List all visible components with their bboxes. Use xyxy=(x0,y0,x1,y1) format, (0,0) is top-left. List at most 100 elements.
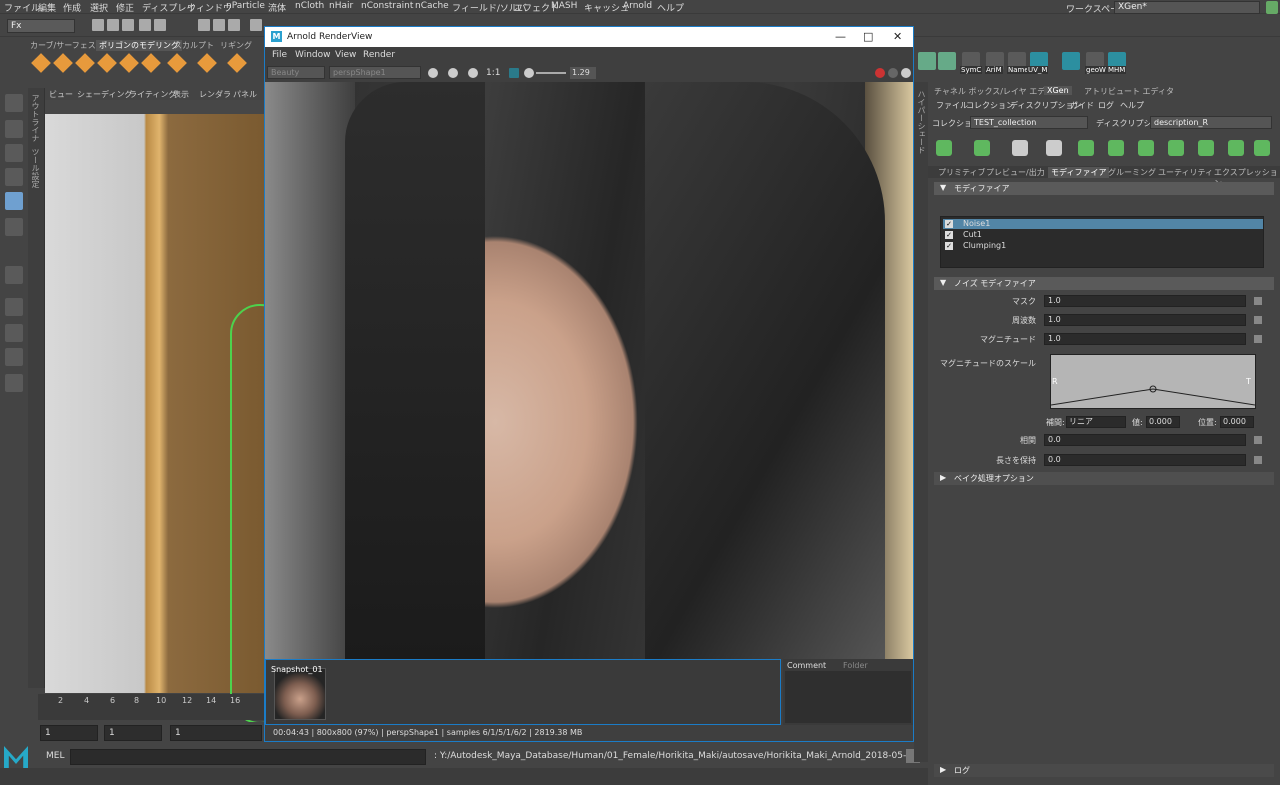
attr-mask-input[interactable]: 1.0 xyxy=(1044,295,1246,307)
workspace-select[interactable]: XGen* xyxy=(1114,1,1260,14)
list-item[interactable]: ✓ Noise1 xyxy=(943,219,1263,229)
aov-select[interactable]: Beauty xyxy=(267,66,325,79)
save-scene-icon[interactable] xyxy=(122,19,134,31)
tool-settings-side-label[interactable]: ツール設定 xyxy=(30,148,41,188)
menu-fluid[interactable]: 流体 xyxy=(268,1,286,14)
poly-cylinder-icon[interactable] xyxy=(75,53,95,73)
attr-preserve-length-input[interactable]: 0.0 xyxy=(1044,454,1246,466)
poly-sphere-icon[interactable] xyxy=(31,53,51,73)
tab-preview-output[interactable]: プレビュー/出力 xyxy=(986,167,1045,178)
scale-tool-icon[interactable] xyxy=(5,218,23,236)
xgen-menu-collection[interactable]: コレクション xyxy=(966,100,1014,111)
poly-platonic-icon[interactable] xyxy=(197,53,217,73)
menu-ncache[interactable]: nCache xyxy=(415,1,449,11)
time-slider[interactable]: 2 4 6 8 10 12 14 16 xyxy=(38,694,266,720)
modifier-checkbox[interactable]: ✓ xyxy=(945,220,953,228)
select-object-icon[interactable] xyxy=(213,19,225,31)
menu-set-select[interactable]: Fx xyxy=(7,19,75,33)
select-component-icon[interactable] xyxy=(228,19,240,31)
tab-attribute-editor[interactable]: アトリビュート エディタ xyxy=(1084,86,1174,97)
create-description-icon[interactable] xyxy=(936,140,952,156)
tab-folder[interactable]: Folder xyxy=(843,661,868,670)
menu-help[interactable]: ヘルプ xyxy=(657,1,684,14)
shelf-tab-curves[interactable]: カーブ/サーフェス xyxy=(30,40,96,51)
attr-magnitude-input[interactable]: 1.0 xyxy=(1044,333,1246,345)
anim-start-input[interactable]: 1 xyxy=(170,725,262,741)
persp-viewport[interactable]: ビュー シェーディング ライティング 表示 レンダラ パネル xyxy=(45,88,290,724)
single-view-icon[interactable] xyxy=(5,298,23,316)
refresh-render-icon[interactable] xyxy=(888,68,898,78)
menu-modify[interactable]: 修正 xyxy=(116,1,134,14)
lock-guide-icon[interactable] xyxy=(1138,140,1154,156)
color-mgmt-icon[interactable] xyxy=(448,68,458,78)
menu-nparticle[interactable]: nParticle xyxy=(226,1,265,11)
new-scene-icon[interactable] xyxy=(92,19,104,31)
poly-torus-icon[interactable] xyxy=(119,53,139,73)
expression-editor-icon[interactable] xyxy=(1254,436,1262,444)
vp-menu-lighting[interactable]: ライティング xyxy=(129,89,176,100)
settings-gear-icon[interactable] xyxy=(901,68,911,78)
grass-icon[interactable] xyxy=(1168,140,1184,156)
current-frame-input[interactable]: 1 xyxy=(104,725,162,741)
region-icon[interactable] xyxy=(509,68,519,78)
rv-menu-window[interactable]: Window xyxy=(295,50,331,60)
bake-section-header[interactable]: ▶ ベイク処理オプション xyxy=(934,472,1274,485)
menu-mash[interactable]: MASH xyxy=(551,1,577,11)
expression-editor-icon[interactable] xyxy=(1254,456,1262,464)
rotate-tool-icon[interactable] xyxy=(5,192,23,210)
vp-menu-show[interactable]: 表示 xyxy=(173,89,189,100)
exposure-slider[interactable] xyxy=(536,72,566,74)
outliner-side-label[interactable]: アウトライナ xyxy=(30,94,41,142)
tab-modifiers[interactable]: モディファイア xyxy=(1048,167,1110,178)
modifier-section-header[interactable]: ▼ モディファイア xyxy=(934,182,1274,195)
menu-arnold[interactable]: Arnold xyxy=(623,1,652,11)
log-section-header[interactable]: ▶ ログ xyxy=(934,764,1274,777)
poly-disc-icon[interactable] xyxy=(167,53,187,73)
rv-menu-render[interactable]: Render xyxy=(363,50,395,60)
menu-ncloth[interactable]: nCloth xyxy=(295,1,324,11)
camera-select[interactable]: perspShape1 xyxy=(329,66,421,79)
add-guide-icon[interactable] xyxy=(1012,140,1028,156)
menu-edit[interactable]: 編集 xyxy=(38,1,56,14)
select-hierarchy-icon[interactable] xyxy=(198,19,210,31)
tab-utilities[interactable]: ユーティリティ xyxy=(1158,167,1213,178)
tab-channel-box[interactable]: チャネル ボックス/レイヤ エディタ xyxy=(934,86,1061,97)
vp-menu-shading[interactable]: シェーディング xyxy=(77,89,132,100)
render-image[interactable] xyxy=(265,82,913,659)
show-manipulator-icon[interactable] xyxy=(5,266,23,284)
position-input[interactable]: 0.000 xyxy=(1220,416,1254,428)
expression-editor-icon[interactable] xyxy=(1254,297,1262,305)
select-guide-icon[interactable] xyxy=(1108,140,1124,156)
xgen-menu-file[interactable]: ファイル xyxy=(936,100,968,111)
shelf-tab-poly-modeling[interactable]: ポリゴンのモデリング xyxy=(96,40,182,51)
poly-cone-icon[interactable] xyxy=(97,53,117,73)
poly-plane-icon[interactable] xyxy=(141,53,161,73)
xgen-menu-log[interactable]: ログ xyxy=(1098,100,1114,111)
description-select[interactable]: description_R xyxy=(1150,116,1272,129)
lock-icon[interactable] xyxy=(1266,1,1278,14)
expression-editor-icon[interactable] xyxy=(1254,316,1262,324)
expression-editor-icon[interactable] xyxy=(1254,335,1262,343)
pixel-ratio[interactable]: 1:1 xyxy=(486,68,500,78)
exposure-value[interactable]: 1.29 xyxy=(570,67,596,79)
mel-input[interactable] xyxy=(70,749,426,765)
xgen-cut-icon[interactable] xyxy=(938,52,956,70)
grass-bend-icon[interactable] xyxy=(1254,140,1270,156)
close-icon[interactable]: ✕ xyxy=(893,30,902,43)
lasso-tool-icon[interactable] xyxy=(5,120,23,138)
select-tool-icon[interactable] xyxy=(5,94,23,112)
house-icon[interactable] xyxy=(1062,52,1080,70)
hypershade-side-label[interactable]: ハイパーシェード xyxy=(916,90,927,154)
tab-primitives[interactable]: プリミティブ xyxy=(938,167,986,178)
shelf-tab-rigging[interactable]: リギング xyxy=(220,40,252,51)
snap-grid-icon[interactable] xyxy=(250,19,262,31)
window-titlebar[interactable]: M Arnold RenderView — □ ✕ xyxy=(265,27,913,47)
minimize-icon[interactable]: — xyxy=(835,30,846,43)
add-modifier-icon[interactable] xyxy=(1078,140,1094,156)
tab-xgen[interactable]: XGen xyxy=(1044,86,1072,95)
modifier-checkbox[interactable]: ✓ xyxy=(945,242,953,250)
list-item[interactable]: ✓ Cut1 xyxy=(943,230,1263,240)
poly-cube-icon[interactable] xyxy=(53,53,73,73)
stop-render-icon[interactable] xyxy=(875,68,885,78)
four-view-icon[interactable] xyxy=(5,324,23,342)
